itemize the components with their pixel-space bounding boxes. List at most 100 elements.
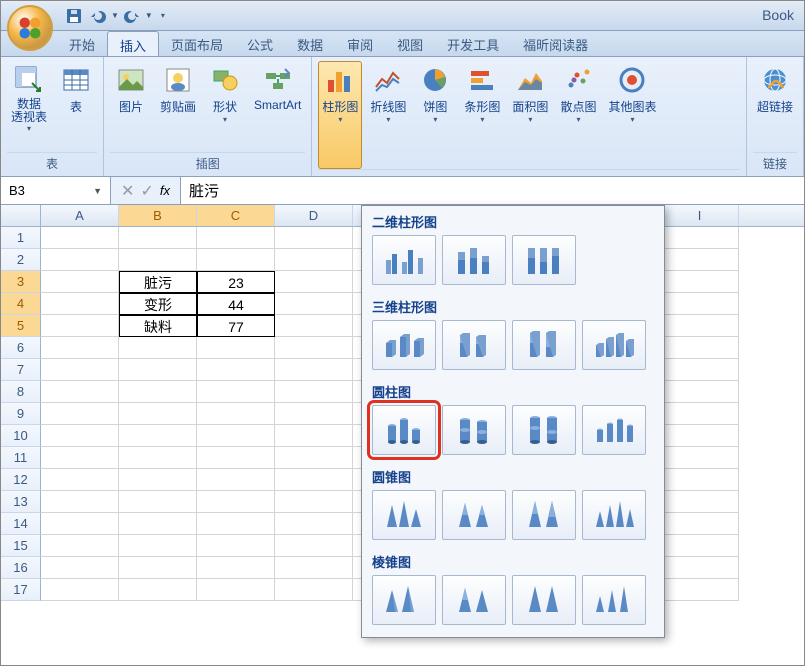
cell-C13[interactable] bbox=[197, 491, 275, 513]
row-7[interactable]: 7 bbox=[1, 359, 41, 381]
cell-B12[interactable] bbox=[119, 469, 197, 491]
tab-layout[interactable]: 页面布局 bbox=[159, 31, 235, 56]
name-box-dropdown[interactable]: ▼ bbox=[93, 186, 102, 196]
cell-C9[interactable] bbox=[197, 403, 275, 425]
row-13[interactable]: 13 bbox=[1, 491, 41, 513]
cell-D11[interactable] bbox=[275, 447, 353, 469]
cell-A9[interactable] bbox=[41, 403, 119, 425]
tab-dev[interactable]: 开发工具 bbox=[435, 31, 511, 56]
cell-C3[interactable]: 23 bbox=[197, 271, 275, 293]
cell-B7[interactable] bbox=[119, 359, 197, 381]
cell-A5[interactable] bbox=[41, 315, 119, 337]
tab-home[interactable]: 开始 bbox=[57, 31, 107, 56]
cell-B3[interactable]: 脏污 bbox=[119, 271, 197, 293]
cell-C1[interactable] bbox=[197, 227, 275, 249]
cell-I9[interactable] bbox=[661, 403, 739, 425]
2d-100pct-stacked-column[interactable] bbox=[512, 235, 576, 285]
table-button[interactable]: 表 bbox=[55, 61, 97, 152]
row-1[interactable]: 1 bbox=[1, 227, 41, 249]
cone-100pct-stacked[interactable] bbox=[512, 490, 576, 540]
cell-D3[interactable] bbox=[275, 271, 353, 293]
cell-C15[interactable] bbox=[197, 535, 275, 557]
cell-D2[interactable] bbox=[275, 249, 353, 271]
name-box[interactable]: B3 ▼ bbox=[1, 177, 111, 204]
cone-clustered[interactable] bbox=[372, 490, 436, 540]
cell-D17[interactable] bbox=[275, 579, 353, 601]
cell-I1[interactable] bbox=[661, 227, 739, 249]
2d-clustered-column[interactable] bbox=[372, 235, 436, 285]
column-chart-button[interactable]: 柱形图▾ bbox=[318, 61, 362, 169]
cell-D16[interactable] bbox=[275, 557, 353, 579]
clipart-button[interactable]: 剪贴画 bbox=[156, 61, 200, 152]
cell-C17[interactable] bbox=[197, 579, 275, 601]
cell-A1[interactable] bbox=[41, 227, 119, 249]
cell-I10[interactable] bbox=[661, 425, 739, 447]
cell-I3[interactable] bbox=[661, 271, 739, 293]
col-B[interactable]: B bbox=[119, 205, 197, 226]
3d-stacked-column[interactable] bbox=[442, 320, 506, 370]
redo-dropdown[interactable]: ▼ bbox=[145, 11, 153, 20]
cell-D1[interactable] bbox=[275, 227, 353, 249]
cell-C10[interactable] bbox=[197, 425, 275, 447]
cell-B1[interactable] bbox=[119, 227, 197, 249]
cell-D7[interactable] bbox=[275, 359, 353, 381]
cell-C7[interactable] bbox=[197, 359, 275, 381]
formula-input[interactable]: 脏污 bbox=[189, 180, 219, 201]
tab-view[interactable]: 视图 bbox=[385, 31, 435, 56]
cell-A14[interactable] bbox=[41, 513, 119, 535]
line-chart-button[interactable]: 折线图▾ bbox=[366, 61, 410, 169]
row-4[interactable]: 4 bbox=[1, 293, 41, 315]
col-A[interactable]: A bbox=[41, 205, 119, 226]
row-2[interactable]: 2 bbox=[1, 249, 41, 271]
cell-A6[interactable] bbox=[41, 337, 119, 359]
row-3[interactable]: 3 bbox=[1, 271, 41, 293]
cone-stacked[interactable] bbox=[442, 490, 506, 540]
cell-B17[interactable] bbox=[119, 579, 197, 601]
office-button[interactable] bbox=[7, 5, 53, 51]
col-I[interactable]: I bbox=[661, 205, 739, 226]
cylinder-3d[interactable] bbox=[582, 405, 646, 455]
cell-I15[interactable] bbox=[661, 535, 739, 557]
enter-icon[interactable]: ✓ bbox=[140, 181, 153, 201]
cell-I8[interactable] bbox=[661, 381, 739, 403]
cell-A4[interactable] bbox=[41, 293, 119, 315]
cell-C4[interactable]: 44 bbox=[197, 293, 275, 315]
cell-D5[interactable] bbox=[275, 315, 353, 337]
cell-D12[interactable] bbox=[275, 469, 353, 491]
cell-D9[interactable] bbox=[275, 403, 353, 425]
pyramid-stacked[interactable] bbox=[442, 575, 506, 625]
cylinder-clustered[interactable] bbox=[372, 405, 436, 455]
3d-100pct-stacked-column[interactable] bbox=[512, 320, 576, 370]
cylinder-100pct-stacked[interactable] bbox=[512, 405, 576, 455]
cell-D8[interactable] bbox=[275, 381, 353, 403]
pyramid-clustered[interactable] bbox=[372, 575, 436, 625]
row-9[interactable]: 9 bbox=[1, 403, 41, 425]
cell-A12[interactable] bbox=[41, 469, 119, 491]
col-C[interactable]: C bbox=[197, 205, 275, 226]
bar-chart-button[interactable]: 条形图▾ bbox=[460, 61, 504, 169]
cell-B8[interactable] bbox=[119, 381, 197, 403]
row-8[interactable]: 8 bbox=[1, 381, 41, 403]
row-6[interactable]: 6 bbox=[1, 337, 41, 359]
cell-I16[interactable] bbox=[661, 557, 739, 579]
pyramid-3d[interactable] bbox=[582, 575, 646, 625]
row-11[interactable]: 11 bbox=[1, 447, 41, 469]
shapes-button[interactable]: 形状▾ bbox=[204, 61, 246, 152]
other-chart-button[interactable]: 其他图表▾ bbox=[604, 61, 660, 169]
cell-A11[interactable] bbox=[41, 447, 119, 469]
tab-foxit[interactable]: 福昕阅读器 bbox=[511, 31, 600, 56]
cell-C11[interactable] bbox=[197, 447, 275, 469]
cell-D10[interactable] bbox=[275, 425, 353, 447]
cell-B5[interactable]: 缺料 bbox=[119, 315, 197, 337]
undo-dropdown[interactable]: ▼ bbox=[111, 11, 119, 20]
cell-C12[interactable] bbox=[197, 469, 275, 491]
cell-C5[interactable]: 77 bbox=[197, 315, 275, 337]
cell-A2[interactable] bbox=[41, 249, 119, 271]
3d-column[interactable] bbox=[582, 320, 646, 370]
cell-B10[interactable] bbox=[119, 425, 197, 447]
select-all-corner[interactable] bbox=[1, 205, 41, 226]
cell-D4[interactable] bbox=[275, 293, 353, 315]
pivot-table-button[interactable]: 数据 透视表▾ bbox=[7, 61, 51, 152]
cell-D14[interactable] bbox=[275, 513, 353, 535]
cell-B6[interactable] bbox=[119, 337, 197, 359]
